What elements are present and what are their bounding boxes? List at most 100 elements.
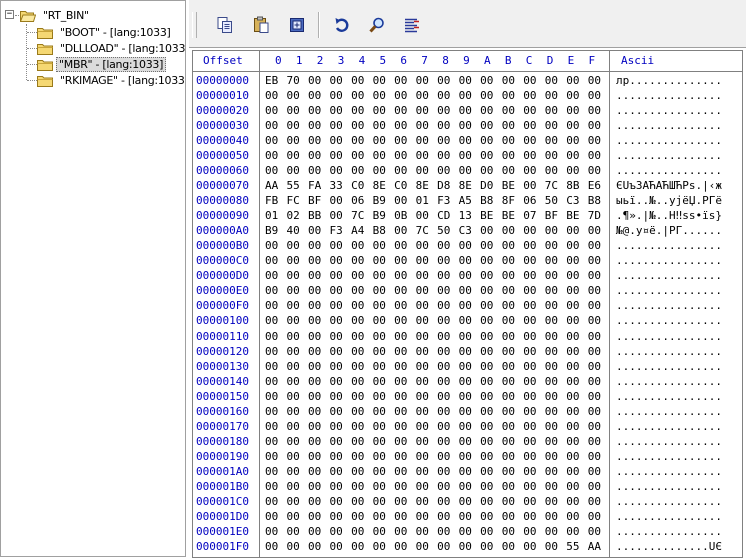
hex-row[interactable]: 000001E0 00 00 00 00 00 00 00 00 00 00 00… <box>193 524 742 539</box>
row-ascii[interactable]: ................ <box>616 449 722 464</box>
row-ascii[interactable]: ................ <box>616 268 722 283</box>
hex-row[interactable]: 00000050 00 00 00 00 00 00 00 00 00 00 00… <box>193 148 742 163</box>
row-bytes[interactable]: 00 00 00 00 00 00 00 00 00 00 00 00 00 0… <box>265 374 601 389</box>
tree-item-rt-bin[interactable]: "RT_BIN" <box>20 7 93 23</box>
row-bytes[interactable]: 00 00 00 00 00 00 00 00 00 00 00 00 00 0… <box>265 539 601 554</box>
row-ascii[interactable]: ................ <box>616 238 722 253</box>
hex-row[interactable]: 00000090 01 02 BB 00 7C B9 0B 00 CD 13 BE… <box>193 208 742 223</box>
hex-row[interactable]: 000001A0 00 00 00 00 00 00 00 00 00 00 00… <box>193 464 742 479</box>
replace-button[interactable] <box>285 13 309 37</box>
hex-row[interactable]: 00000060 00 00 00 00 00 00 00 00 00 00 00… <box>193 163 742 178</box>
tree-item-mbr[interactable]: "MBR" - [lang:1033] <box>37 56 167 72</box>
row-bytes[interactable]: B9 40 00 F3 A4 B8 00 7C 50 C3 00 00 00 0… <box>265 223 601 238</box>
hex-row[interactable]: 000000E0 00 00 00 00 00 00 00 00 00 00 00… <box>193 283 742 298</box>
hex-row[interactable]: 00000120 00 00 00 00 00 00 00 00 00 00 00… <box>193 344 742 359</box>
row-ascii[interactable]: ................ <box>616 479 722 494</box>
row-ascii[interactable]: ................ <box>616 88 722 103</box>
row-bytes[interactable]: 00 00 00 00 00 00 00 00 00 00 00 00 00 0… <box>265 524 601 539</box>
row-ascii[interactable]: ................ <box>616 118 722 133</box>
row-ascii[interactable]: ................ <box>616 329 722 344</box>
hex-row[interactable]: 000000F0 00 00 00 00 00 00 00 00 00 00 00… <box>193 298 742 313</box>
row-ascii[interactable]: лр.............. <box>616 73 722 88</box>
row-ascii[interactable]: ................ <box>616 133 722 148</box>
row-bytes[interactable]: 00 00 00 00 00 00 00 00 00 00 00 00 00 0… <box>265 253 601 268</box>
row-bytes[interactable]: 00 00 00 00 00 00 00 00 00 00 00 00 00 0… <box>265 509 601 524</box>
resource-tree[interactable]: − "RT_BIN" "BOOT" - [lang:1033] "DLLLOAD… <box>0 0 186 557</box>
row-ascii[interactable]: ................ <box>616 148 722 163</box>
hex-row[interactable]: 00000170 00 00 00 00 00 00 00 00 00 00 00… <box>193 419 742 434</box>
row-bytes[interactable]: 00 00 00 00 00 00 00 00 00 00 00 00 00 0… <box>265 238 601 253</box>
row-ascii[interactable]: №@.у¤ё.|PГ...... <box>616 223 722 238</box>
hex-row[interactable]: 000001D0 00 00 00 00 00 00 00 00 00 00 00… <box>193 509 742 524</box>
row-bytes[interactable]: 00 00 00 00 00 00 00 00 00 00 00 00 00 0… <box>265 419 601 434</box>
row-ascii[interactable]: ЄUъ3АЋАЋШЋРѕ.|‹ж <box>616 178 722 193</box>
hex-row[interactable]: 00000080 FB FC BF 00 06 B9 00 01 F3 A5 B8… <box>193 193 742 208</box>
tree-item-rkimage[interactable]: "RKIMAGE" - [lang:1033] <box>37 72 185 88</box>
row-ascii[interactable]: ................ <box>616 103 722 118</box>
row-ascii[interactable]: ................ <box>616 509 722 524</box>
redo-button[interactable] <box>330 13 354 37</box>
row-ascii[interactable]: ................ <box>616 298 722 313</box>
hex-row[interactable]: 00000030 00 00 00 00 00 00 00 00 00 00 00… <box>193 118 742 133</box>
row-bytes[interactable]: 00 00 00 00 00 00 00 00 00 00 00 00 00 0… <box>265 118 601 133</box>
row-bytes[interactable]: 00 00 00 00 00 00 00 00 00 00 00 00 00 0… <box>265 404 601 419</box>
hex-row[interactable]: 000000C0 00 00 00 00 00 00 00 00 00 00 00… <box>193 253 742 268</box>
hex-row[interactable]: 00000000 EB 70 00 00 00 00 00 00 00 00 00… <box>193 73 742 88</box>
hex-view[interactable]: Offset 01234567 8 9 ABCDEF Ascii 00000000 EB… <box>192 50 743 558</box>
copy-button[interactable] <box>213 13 237 37</box>
row-bytes[interactable]: 00 00 00 00 00 00 00 00 00 00 00 00 00 0… <box>265 88 601 103</box>
hex-row[interactable]: 00000110 00 00 00 00 00 00 00 00 00 00 00… <box>193 329 742 344</box>
hex-row[interactable]: 000000B0 00 00 00 00 00 00 00 00 00 00 00… <box>193 238 742 253</box>
row-bytes[interactable]: 00 00 00 00 00 00 00 00 00 00 00 00 00 0… <box>265 268 601 283</box>
row-bytes[interactable]: AA 55 FA 33 C0 8E C0 8E D8 8E D0 BE 00 7… <box>265 178 601 193</box>
hex-row[interactable]: 000001F0 00 00 00 00 00 00 00 00 00 00 00… <box>193 539 742 554</box>
row-bytes[interactable]: 00 00 00 00 00 00 00 00 00 00 00 00 00 0… <box>265 434 601 449</box>
row-ascii[interactable]: ..............UЄ <box>616 539 722 554</box>
tree-item-boot[interactable]: "BOOT" - [lang:1033] <box>37 24 175 40</box>
find-button[interactable] <box>365 13 389 37</box>
hex-row[interactable]: 00000190 00 00 00 00 00 00 00 00 00 00 00… <box>193 449 742 464</box>
row-ascii[interactable]: ................ <box>616 494 722 509</box>
row-bytes[interactable]: EB 70 00 00 00 00 00 00 00 00 00 00 00 0… <box>265 73 601 88</box>
hex-row[interactable]: 00000160 00 00 00 00 00 00 00 00 00 00 00… <box>193 404 742 419</box>
row-ascii[interactable]: ................ <box>616 313 722 328</box>
row-bytes[interactable]: 00 00 00 00 00 00 00 00 00 00 00 00 00 0… <box>265 329 601 344</box>
hex-row[interactable]: 00000020 00 00 00 00 00 00 00 00 00 00 00… <box>193 103 742 118</box>
row-ascii[interactable]: ................ <box>616 419 722 434</box>
hex-row[interactable]: 00000150 00 00 00 00 00 00 00 00 00 00 00… <box>193 389 742 404</box>
row-bytes[interactable]: 01 02 BB 00 7C B9 0B 00 CD 13 BE BE 07 B… <box>265 208 601 223</box>
hex-row[interactable]: 00000100 00 00 00 00 00 00 00 00 00 00 00… <box>193 313 742 328</box>
hex-row[interactable]: 000001C0 00 00 00 00 00 00 00 00 00 00 00… <box>193 494 742 509</box>
row-bytes[interactable]: 00 00 00 00 00 00 00 00 00 00 00 00 00 0… <box>265 298 601 313</box>
row-bytes[interactable]: 00 00 00 00 00 00 00 00 00 00 00 00 00 0… <box>265 133 601 148</box>
row-bytes[interactable]: 00 00 00 00 00 00 00 00 00 00 00 00 00 0… <box>265 479 601 494</box>
paste-button[interactable] <box>249 13 273 37</box>
row-bytes[interactable]: 00 00 00 00 00 00 00 00 00 00 00 00 00 0… <box>265 449 601 464</box>
row-ascii[interactable]: ................ <box>616 434 722 449</box>
hex-row[interactable]: 00000130 00 00 00 00 00 00 00 00 00 00 00… <box>193 359 742 374</box>
row-bytes[interactable]: 00 00 00 00 00 00 00 00 00 00 00 00 00 0… <box>265 283 601 298</box>
hex-row[interactable]: 00000140 00 00 00 00 00 00 00 00 00 00 00… <box>193 374 742 389</box>
hex-row[interactable]: 000001B0 00 00 00 00 00 00 00 00 00 00 00… <box>193 479 742 494</box>
row-ascii[interactable]: ................ <box>616 389 722 404</box>
hex-row[interactable]: 00000010 00 00 00 00 00 00 00 00 00 00 00… <box>193 88 742 103</box>
options-button[interactable] <box>400 13 424 37</box>
row-bytes[interactable]: 00 00 00 00 00 00 00 00 00 00 00 00 00 0… <box>265 359 601 374</box>
row-ascii[interactable]: ................ <box>616 253 722 268</box>
row-ascii[interactable]: ................ <box>616 374 722 389</box>
collapse-toggle[interactable]: − <box>5 10 14 19</box>
row-bytes[interactable]: FB FC BF 00 06 B9 00 01 F3 A5 B8 8F 06 5… <box>265 193 601 208</box>
tree-item-dllload[interactable]: "DLLLOAD" - [lang:1033] <box>37 40 185 56</box>
row-bytes[interactable]: 00 00 00 00 00 00 00 00 00 00 00 00 00 0… <box>265 103 601 118</box>
row-bytes[interactable]: 00 00 00 00 00 00 00 00 00 00 00 00 00 0… <box>265 494 601 509</box>
row-ascii[interactable]: .¶».|№..Н‼ѕѕ•їѕ} <box>616 208 722 223</box>
row-ascii[interactable]: ................ <box>616 524 722 539</box>
row-ascii[interactable]: ................ <box>616 344 722 359</box>
row-bytes[interactable]: 00 00 00 00 00 00 00 00 00 00 00 00 00 0… <box>265 464 601 479</box>
hex-row[interactable]: 000000A0 B9 40 00 F3 A4 B8 00 7C 50 C3 00… <box>193 223 742 238</box>
row-ascii[interactable]: ................ <box>616 359 722 374</box>
row-bytes[interactable]: 00 00 00 00 00 00 00 00 00 00 00 00 00 0… <box>265 313 601 328</box>
toolbar-grip[interactable] <box>192 12 197 38</box>
row-ascii[interactable]: ................ <box>616 464 722 479</box>
row-ascii[interactable]: ................ <box>616 163 722 178</box>
